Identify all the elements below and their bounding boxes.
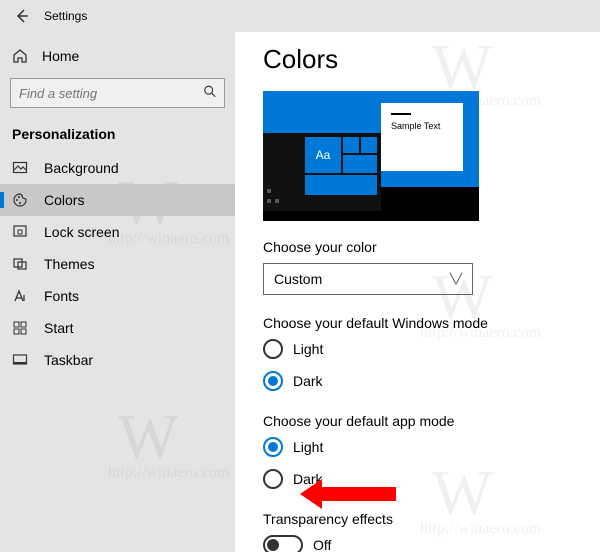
search-icon [203,85,217,102]
sidebar-item-label: Fonts [44,288,79,304]
transparency-toggle[interactable] [263,535,303,552]
dropdown-value: Custom [274,271,322,287]
taskbar-icon [12,352,28,368]
sidebar-item-colors[interactable]: Colors [0,184,235,216]
lock-screen-icon [12,224,28,240]
sidebar-item-fonts[interactable]: Fonts [0,280,235,312]
choose-color-label: Choose your color [263,239,600,255]
radio-label: Light [293,341,323,357]
sidebar-home-label: Home [42,48,79,64]
radio-icon [263,437,283,457]
background-icon [12,160,28,176]
sidebar-item-start[interactable]: Start [0,312,235,344]
windows-mode-light[interactable]: Light [263,339,600,359]
radio-icon [263,469,283,489]
color-preview: Aa Sample Text [263,91,479,221]
preview-sample-text: Sample Text [391,121,453,131]
fonts-icon [12,288,28,304]
titlebar: Settings [0,0,600,32]
sidebar-item-label: Lock screen [44,224,119,240]
sidebar-item-label: Background [44,160,119,176]
themes-icon [12,256,28,272]
chevron-down-icon: ╲╱ [450,274,462,285]
sidebar: Home Personalization Background Colors [0,32,235,552]
page-title: Colors [263,44,600,75]
app-mode-dark[interactable]: Dark [263,469,600,489]
transparency-toggle-row: Off [263,535,600,552]
sidebar-item-label: Themes [44,256,95,272]
sidebar-item-background[interactable]: Background [0,152,235,184]
sidebar-item-label: Colors [44,192,84,208]
sidebar-item-lock-screen[interactable]: Lock screen [0,216,235,248]
radio-label: Dark [293,471,323,487]
sidebar-item-label: Start [44,320,74,336]
search-input[interactable] [10,78,225,108]
home-icon [12,48,28,64]
app-mode-light[interactable]: Light [263,437,600,457]
search-box [10,78,225,108]
color-dropdown[interactable]: Custom ╲╱ [263,263,473,295]
sidebar-item-label: Taskbar [44,352,93,368]
radio-label: Dark [293,373,323,389]
preview-tile-aa: Aa [305,137,341,173]
app-mode-label: Choose your default app mode [263,413,600,429]
start-icon [12,320,28,336]
app-title: Settings [44,9,87,23]
radio-icon [263,339,283,359]
back-arrow-icon [14,8,30,24]
main-content: Colors Aa Sample Text Choose your color … [235,32,600,552]
toggle-knob [267,539,279,551]
windows-mode-label: Choose your default Windows mode [263,315,600,331]
sidebar-section-header: Personalization [0,120,235,152]
preview-window: Sample Text [381,103,463,171]
transparency-label: Transparency effects [263,511,600,527]
sidebar-item-themes[interactable]: Themes [0,248,235,280]
radio-icon [263,371,283,391]
transparency-state: Off [313,537,331,552]
radio-label: Light [293,439,323,455]
sidebar-home[interactable]: Home [0,40,235,72]
windows-mode-dark[interactable]: Dark [263,371,600,391]
sidebar-item-taskbar[interactable]: Taskbar [0,344,235,376]
back-button[interactable] [4,2,40,30]
colors-icon [12,192,28,208]
